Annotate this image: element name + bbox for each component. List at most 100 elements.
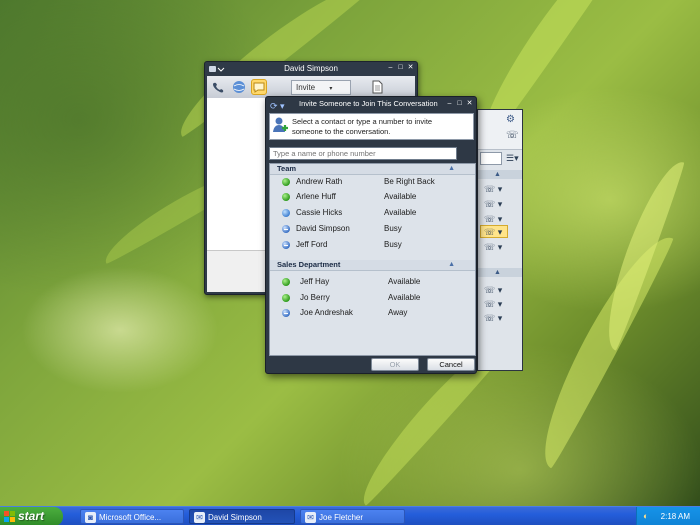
group-header-sales-department[interactable]: Sales Department ▲ — [270, 260, 475, 271]
start-button[interactable]: start — [0, 507, 63, 525]
conversation-title: David Simpson — [284, 64, 338, 73]
taskbar-item[interactable]: ✉ Joe Fletcher — [300, 509, 405, 524]
group-name: Sales Department — [277, 260, 341, 269]
presence-available-icon — [282, 193, 290, 201]
conversation-toolbar: Invite ▾ — [207, 76, 415, 98]
ok-button[interactable]: OK — [371, 358, 419, 371]
contacts-icon[interactable]: ⚙ — [506, 114, 515, 125]
invite-dropdown[interactable]: Invite ▾ — [291, 79, 351, 95]
add-contact-icon — [270, 116, 292, 137]
list-item[interactable]: Jeff Hay Available — [270, 275, 475, 289]
presence-available-icon — [282, 178, 290, 186]
contact-status: Available — [388, 277, 421, 286]
presence-busy-icon — [282, 225, 290, 233]
list-item[interactable]: Jo Berry Available — [270, 291, 475, 305]
contact-name: Cassie Hicks — [296, 208, 343, 217]
instruction-line-2: someone to the conversation. — [292, 126, 391, 136]
contact-name: Jeff Hay — [300, 277, 330, 286]
contact-list: Team ▲ Andrew Rath Be Right Back Arlene … — [269, 163, 476, 356]
instruction-line-1: Select a contact or type a number to inv… — [292, 116, 433, 126]
chevron-down-icon: ▾ — [329, 85, 333, 92]
phone-icon[interactable]: ☏ ▾ — [484, 199, 502, 210]
strip-search-box[interactable] — [480, 152, 502, 165]
close-button[interactable]: ✕ — [407, 64, 414, 71]
contact-status: Available — [388, 293, 421, 302]
list-item[interactable]: Joe Andreshak Away — [270, 306, 475, 320]
search-input[interactable] — [269, 147, 457, 160]
taskbar-item[interactable]: ✉ David Simpson — [189, 509, 295, 524]
collapse-icon[interactable]: ▲ — [448, 260, 455, 270]
list-item[interactable]: Andrew Rath Be Right Back — [270, 175, 475, 189]
phone-icon[interactable]: ☏ ▾ — [484, 299, 502, 310]
contact-status: Away — [388, 308, 408, 317]
cancel-button[interactable]: Cancel — [427, 358, 475, 371]
contact-name: Jeff Ford — [296, 240, 328, 249]
collapse-icon[interactable]: ▲ — [448, 164, 455, 174]
taskbar-item-label: David Simpson — [208, 513, 262, 522]
phone-icon[interactable]: ☏ ▾ — [484, 184, 502, 195]
contact-name: Arlene Huff — [296, 192, 336, 201]
taskbar: start ◙ Microsoft Office... ✉ David Simp… — [0, 506, 700, 525]
taskbar-item[interactable]: ◙ Microsoft Office... — [80, 509, 184, 524]
phone-icon[interactable]: ☏ ▾ — [484, 214, 502, 225]
presence-available-icon — [282, 294, 290, 302]
conversation-titlebar[interactable]: David Simpson – □ ✕ — [205, 62, 417, 76]
dialog-buttons: OK Cancel — [269, 358, 476, 372]
chevron-up-icon[interactable]: ▲ — [494, 171, 501, 178]
contact-list-strip: ⚙ ☏ ☰▾ ▲ ☏ ▾ ☏ ▾ ☏ ▾ ☏ ▾ ☏ ▾ ▲ ☏ ▾ ☏ ▾ ☏… — [477, 109, 523, 371]
window-menu-icon[interactable] — [208, 64, 228, 74]
phone-icon[interactable]: ☏ ▾ — [484, 313, 502, 324]
phone-icon[interactable]: ☏ ▾ — [484, 242, 502, 253]
dialog-instructions: Select a contact or type a number to inv… — [269, 113, 474, 140]
view-options-icon[interactable]: ☰▾ — [506, 153, 519, 164]
conversation-icon: ✉ — [305, 512, 316, 523]
contact-name: Joe Andreshak — [300, 308, 353, 317]
minimize-button[interactable]: – — [446, 100, 453, 107]
office-icon: ◙ — [85, 512, 96, 523]
start-label: start — [18, 509, 45, 523]
close-button[interactable]: ✕ — [466, 100, 473, 107]
contact-name: Jo Berry — [300, 293, 330, 302]
phone-icon[interactable]: ☏ ▾ — [484, 285, 502, 296]
presence-busy-icon — [282, 241, 290, 249]
list-item[interactable]: Jeff Ford Busy — [270, 238, 475, 252]
phone-icon[interactable]: ☏ — [506, 130, 519, 141]
clock: 2:18 AM — [660, 512, 690, 521]
contact-status: Busy — [384, 224, 402, 233]
list-item[interactable]: David Simpson Busy — [270, 222, 475, 236]
invite-dialog: ⟳ ▾ Invite Someone to Join This Conversa… — [265, 96, 477, 374]
windows-flag-icon — [4, 511, 15, 522]
presence-away-icon — [282, 309, 290, 317]
strip-toolbar: ⚙ ☏ — [478, 110, 522, 150]
phone-icon[interactable] — [211, 79, 227, 95]
list-item[interactable]: Arlene Huff Available — [270, 190, 475, 204]
group-name: Team — [277, 164, 297, 173]
conversation-icon: ✉ — [194, 512, 205, 523]
globe-icon[interactable] — [231, 79, 247, 95]
presence-mobile-icon — [282, 209, 290, 217]
contact-status: Available — [384, 192, 417, 201]
contact-name: Andrew Rath — [296, 177, 343, 186]
invite-label: Invite — [296, 82, 316, 92]
maximize-button[interactable]: □ — [456, 100, 463, 107]
communicator-tray-icon[interactable]: ◐ — [643, 511, 655, 522]
dialog-title: Invite Someone to Join This Conversation — [299, 99, 438, 108]
system-tray: ◐ 2:18 AM — [636, 507, 700, 525]
leaf-decoration — [523, 224, 677, 470]
chat-bubble-icon[interactable] — [251, 79, 267, 95]
phone-icon[interactable]: ☏ ▾ — [484, 227, 502, 238]
contact-status: Busy — [384, 240, 402, 249]
taskbar-item-label: Joe Fletcher — [319, 513, 364, 522]
dialog-titlebar[interactable]: ⟳ ▾ Invite Someone to Join This Conversa… — [266, 97, 476, 111]
maximize-button[interactable]: □ — [397, 64, 404, 71]
communicator-logo-icon[interactable]: ⟳ ▾ — [270, 99, 285, 113]
chevron-up-icon[interactable]: ▲ — [494, 269, 501, 276]
contact-status: Available — [384, 208, 417, 217]
minimize-button[interactable]: – — [387, 64, 394, 71]
contact-name: David Simpson — [296, 224, 350, 233]
presence-available-icon — [282, 278, 290, 286]
group-header-team[interactable]: Team ▲ — [270, 164, 475, 175]
list-item[interactable]: Cassie Hicks Available — [270, 206, 475, 220]
taskbar-item-label: Microsoft Office... — [99, 513, 162, 522]
document-icon[interactable] — [369, 79, 385, 95]
